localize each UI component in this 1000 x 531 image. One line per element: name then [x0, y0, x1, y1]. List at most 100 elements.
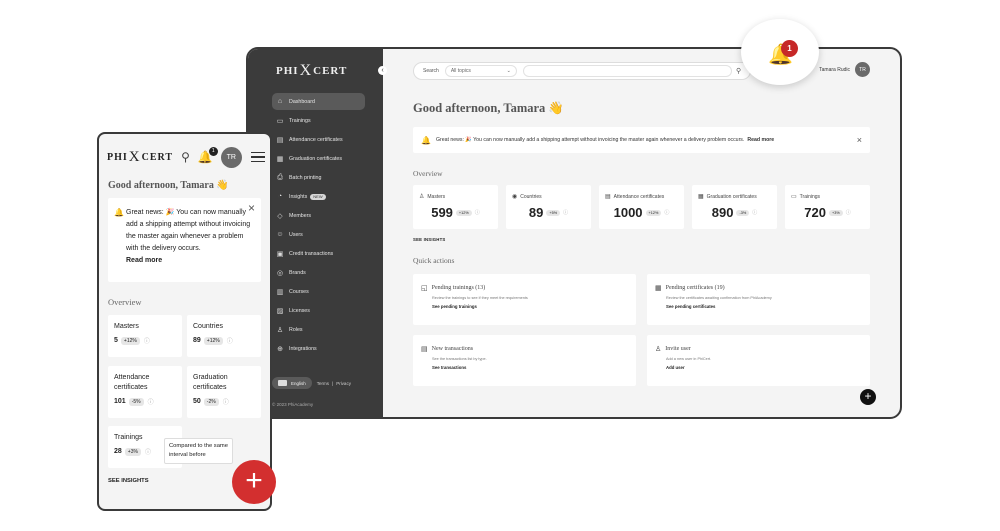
sidebar-item-label: Credit transactions	[289, 250, 334, 257]
sidebar-item-label: Courses	[289, 288, 309, 295]
info-icon[interactable]: ⓘ	[145, 447, 151, 456]
notification-bubble[interactable]: 🔔 1	[741, 19, 819, 85]
user-name: Tamara Rudic	[819, 66, 850, 73]
sidebar-item-licenses[interactable]: ▨ Licenses	[272, 302, 365, 319]
search-icon[interactable]: ⚲	[736, 67, 746, 75]
flag-icon	[278, 380, 287, 386]
close-icon[interactable]: ×	[248, 202, 255, 214]
user-menu[interactable]: Tamara Rudic TR	[819, 62, 870, 77]
add-button[interactable]: +	[232, 460, 276, 504]
stat-value-row: 101 -5% ⓘ	[114, 397, 176, 406]
header-actions: ⚲ 🔔 1 TR	[173, 146, 265, 168]
nav-graduation-certificates-icon: ▦	[276, 155, 284, 163]
info-icon[interactable]: ⓘ	[475, 209, 480, 216]
quick-action-title-row: ♙ Invite user	[655, 345, 862, 353]
stat-value-row: 5 +12% ⓘ	[114, 336, 176, 345]
stat-value-row: 89 +12% ⓘ	[193, 336, 255, 345]
info-icon[interactable]: ⓘ	[223, 397, 229, 406]
stat-value: 89	[528, 205, 544, 220]
stat-card: ▭ Trainings 720 +3% ⓘ	[785, 185, 870, 229]
stat-label-row: ▭ Trainings	[791, 193, 864, 201]
language-label: English	[291, 380, 306, 386]
search-input[interactable]	[522, 65, 732, 77]
stat-value-row: 89 +5% ⓘ	[512, 205, 585, 220]
sidebar-item-roles[interactable]: ♙ Roles	[272, 321, 365, 338]
notification-count-badge: 1	[781, 40, 798, 57]
info-icon[interactable]: ⓘ	[144, 336, 150, 345]
sidebar-item-courses[interactable]: ▥ Courses	[272, 283, 365, 300]
stat-value: 599	[431, 205, 453, 220]
sidebar-item-integrations[interactable]: ⊕ Integrations	[272, 340, 365, 357]
avatar[interactable]: TR	[220, 146, 242, 168]
sidebar-item-insights[interactable]: ◔ Insights NEW	[272, 188, 365, 205]
stat-change-badge: -3%	[736, 209, 750, 216]
stat-card: Masters 5 +12% ⓘ	[108, 315, 182, 357]
quick-action-description: Add a new user in PhiCert.	[666, 357, 712, 361]
nav-trainings-icon: ▭	[276, 117, 284, 125]
mobile-window: PHI X CERT ⚲ 🔔 1 TR Good afternoon, Tamara …	[97, 132, 272, 511]
stat-card: ▦ Graduation certificates 890 -3% ⓘ	[692, 185, 777, 229]
avatar[interactable]: TR	[855, 62, 870, 77]
quick-action-link[interactable]: See transactions	[432, 365, 628, 370]
quick-action-link[interactable]: See pending certificates	[666, 304, 862, 309]
quick-actions-title: Quick actions	[413, 256, 455, 265]
brand-logo[interactable]: PHI X CERT	[107, 149, 173, 166]
sidebar-item-label: Batch printing	[289, 174, 322, 181]
sidebar-item-brands[interactable]: ◎ Brands	[272, 264, 365, 281]
sidebar-item-batch-printing[interactable]: ⎙ Batch printing	[272, 169, 365, 186]
see-insights-link[interactable]: SEE INSIGHTS	[413, 237, 446, 242]
news-banner: 🔔 × Great news: 🎉 You can now manually a…	[108, 198, 261, 282]
sidebar-item-dashboard[interactable]: ⌂ Dashboard	[272, 93, 365, 110]
stat-change-badge: +12%	[120, 336, 140, 345]
sidebar-item-attendance-certificates[interactable]: ▤ Attendance certificates	[272, 131, 365, 148]
mobile-header: PHI X CERT ⚲ 🔔 1 TR	[107, 144, 265, 170]
sidebar-item-trainings[interactable]: ▭ Trainings	[272, 112, 365, 129]
quick-action-card: ◱ Pending trainings (13) Review the traini…	[413, 274, 636, 325]
stat-card: Countries 89 +12% ⓘ	[187, 315, 261, 357]
sidebar-item-label: Attendance certificates	[289, 136, 343, 143]
brand-right: CERT	[313, 65, 348, 77]
stat-value: 720	[804, 205, 826, 220]
nav-dashboard-icon: ⌂	[277, 98, 283, 105]
close-icon[interactable]: ×	[857, 135, 862, 145]
bell-icon[interactable]: 🔔 1	[198, 147, 218, 164]
notification-count-badge: 1	[208, 147, 218, 156]
menu-icon[interactable]	[250, 149, 265, 166]
sidebar-item-credit-transactions[interactable]: ▣ Credit transactions	[272, 245, 365, 262]
brand-logo[interactable]: PHI X CERT	[276, 62, 383, 79]
desktop-window: PHI X CERT ‹ ⌂ Dashboard ▭ Trainings ▤ Attendan…	[246, 47, 902, 419]
quick-action-card: ▤ New transactions See the transactions li…	[413, 335, 636, 386]
info-icon[interactable]: ⓘ	[563, 209, 568, 216]
copyright: © 2023 PhiAcademy	[272, 402, 314, 407]
stat-value: 890	[711, 205, 734, 220]
add-button[interactable]: +	[860, 389, 876, 405]
info-icon[interactable]: ⓘ	[227, 336, 233, 345]
stage: PHI X CERT ‹ ⌂ Dashboard ▭ Trainings ▤ Attendan…	[0, 0, 1000, 531]
chevron-down-icon: ⌄	[506, 68, 511, 74]
quick-action-link[interactable]: Add user	[666, 365, 862, 370]
see-insights-link[interactable]: SEE INSIGHTS	[108, 478, 149, 484]
search-icon[interactable]: ⚲	[181, 150, 190, 164]
info-icon[interactable]: ⓘ	[148, 397, 154, 406]
brand-left: PHI	[107, 151, 128, 163]
language-selector[interactable]: English	[272, 377, 312, 389]
quick-action-icon: ▦	[655, 284, 662, 292]
quick-action-icon: ▤	[421, 345, 428, 353]
sidebar-item-label: Graduation certificates	[289, 155, 342, 162]
stat-value: 101	[114, 398, 126, 405]
sidebar-item-users[interactable]: ☺ Users	[272, 226, 365, 243]
info-icon[interactable]: ⓘ	[752, 209, 757, 216]
info-icon[interactable]: ⓘ	[846, 209, 851, 216]
info-icon[interactable]: ⓘ	[664, 209, 669, 216]
quick-action-link[interactable]: See pending trainings	[432, 304, 628, 309]
sidebar-item-members[interactable]: ◇ Members	[272, 207, 365, 224]
sidebar-item-graduation-certificates[interactable]: ▦ Graduation certificates	[272, 150, 365, 167]
quick-action-title-row: ▤ New transactions	[421, 345, 628, 353]
privacy-link[interactable]: Privacy	[336, 381, 351, 386]
topic-select[interactable]: All topics ⌄	[444, 65, 517, 77]
read-more-link[interactable]: Read more	[747, 137, 774, 143]
stat-change-badge: +12%	[645, 209, 662, 216]
terms-link[interactable]: Terms	[317, 381, 329, 386]
read-more-link[interactable]: Read more	[126, 255, 253, 267]
stat-icon: ♙	[419, 194, 425, 200]
